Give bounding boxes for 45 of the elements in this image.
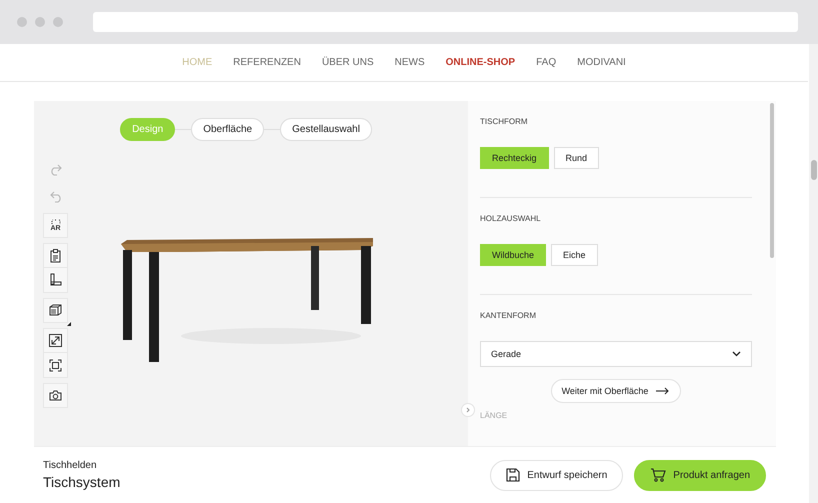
tool-button[interactable] [43, 353, 68, 378]
redo-icon [48, 164, 62, 176]
next-step-button[interactable]: Weiter mit Oberfläche [550, 379, 682, 403]
fullscreen-icon [49, 358, 62, 372]
option-button[interactable]: Eiche [551, 244, 598, 266]
address-bar[interactable] [93, 12, 798, 32]
chevron-right-icon [466, 407, 470, 413]
expand-icon [49, 334, 62, 347]
section-title: TISCHFORM [480, 117, 529, 126]
nav-link[interactable]: NEWS [394, 57, 425, 68]
tool-button[interactable] [43, 268, 68, 293]
section-title: HOLZAUSWAHL [480, 214, 542, 223]
product-name: Tischsystem [43, 474, 120, 490]
option-button[interactable]: Wildbuche [480, 244, 546, 266]
section-title: LÄNGE [480, 411, 508, 420]
tool-button[interactable] [43, 383, 68, 408]
undo-icon [48, 191, 62, 203]
request-button[interactable]: Produkt anfragen [634, 460, 766, 490]
camera-icon [49, 390, 62, 401]
option-button[interactable]: Rund [554, 147, 600, 169]
nav-link[interactable]: ONLINE-SHOP [446, 57, 516, 68]
cart-icon [650, 468, 666, 482]
step-tab[interactable]: Oberfläche [191, 118, 264, 141]
option-button[interactable]: Rechteckig [480, 147, 549, 169]
nav-link[interactable]: MODIVANI [577, 57, 626, 68]
clipboard-icon [50, 248, 61, 262]
edge-shape-dropdown[interactable]: Gerade [480, 341, 752, 367]
dropdown-value: Gerade [491, 349, 522, 359]
tool-button[interactable] [43, 328, 68, 353]
nav-link[interactable]: REFERENZEN [233, 57, 301, 68]
tool-button[interactable] [43, 243, 68, 268]
section-title: KANTENFORM [480, 311, 537, 320]
arrow-right-icon [656, 387, 670, 395]
chevron-down-icon [732, 351, 741, 357]
tool-button[interactable] [43, 298, 68, 323]
nav-link[interactable]: ÜBER UNS [322, 57, 374, 68]
dashed-frame-icon [50, 219, 60, 225]
page-scrollbar[interactable] [809, 44, 818, 503]
ruler-icon [49, 273, 62, 287]
step-tab[interactable]: Gestellauswahl [280, 118, 372, 141]
save-button[interactable]: Entwurf speichern [490, 460, 624, 490]
brand-name: Tischhelden [43, 460, 98, 471]
nav-link[interactable]: FAQ [536, 57, 556, 68]
panel-scrollbar[interactable] [770, 103, 774, 258]
cube-icon [49, 304, 62, 317]
